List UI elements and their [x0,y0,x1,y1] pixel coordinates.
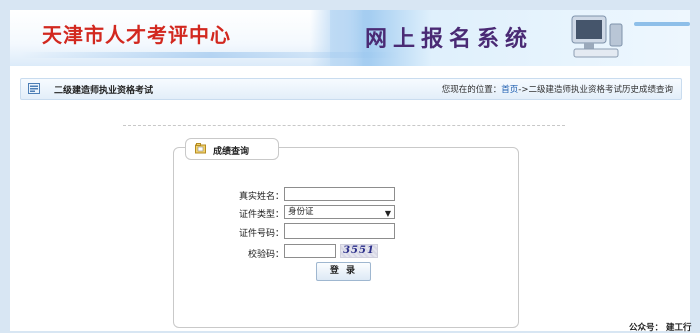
form-tab: 成绩查询 [185,138,279,160]
nav-bar: 二级建造师执业资格考试 您现在的位置：首页->二级建造师执业资格考试历史成绩查询 [20,78,682,100]
banner-decoration [634,22,690,26]
computer-icon [571,15,623,58]
cert-type-value: 身份证 [288,207,314,217]
chevron-down-icon: ▼ [384,209,391,218]
cert-type-select[interactable]: 身份证 ▼ [284,205,395,219]
dashed-divider [123,125,565,126]
section-title: 二级建造师执业资格考试 [54,86,154,96]
breadcrumb-prefix: 您现在的位置： [441,85,502,95]
cert-no-label: 证件号码： [238,229,284,239]
system-title: 网上报名系统 [365,26,534,52]
header-banner: 天津市人才考评中心 网上报名系统 [10,10,690,66]
site-title: 天津市人才考评中心 [42,23,231,47]
breadcrumb: 您现在的位置：首页->二级建造师执业资格考试历史成绩查询 [442,83,673,95]
cert-type-label: 证件类型： [238,210,284,220]
form-tab-label: 成绩查询 [213,147,250,157]
breadcrumb-home-link[interactable]: 首页 [501,85,518,95]
name-label: 真实姓名： [238,192,284,202]
breadcrumb-trail: ->二级建造师执业资格考试历史成绩查询 [518,85,673,95]
footer-note: 公众号： 建工行 [629,323,692,333]
list-icon [28,83,40,94]
login-button[interactable]: 登 录 [316,262,371,281]
folder-icon [195,143,206,154]
cert-no-input[interactable] [284,223,395,239]
captcha-image[interactable]: 3551 [340,244,378,258]
name-input[interactable] [284,187,395,201]
banner-stripe [20,52,400,58]
main-panel: 二级建造师执业资格考试 您现在的位置：首页->二级建造师执业资格考试历史成绩查询… [10,66,690,331]
captcha-input[interactable] [284,244,336,258]
captcha-label: 校验码： [247,250,284,260]
